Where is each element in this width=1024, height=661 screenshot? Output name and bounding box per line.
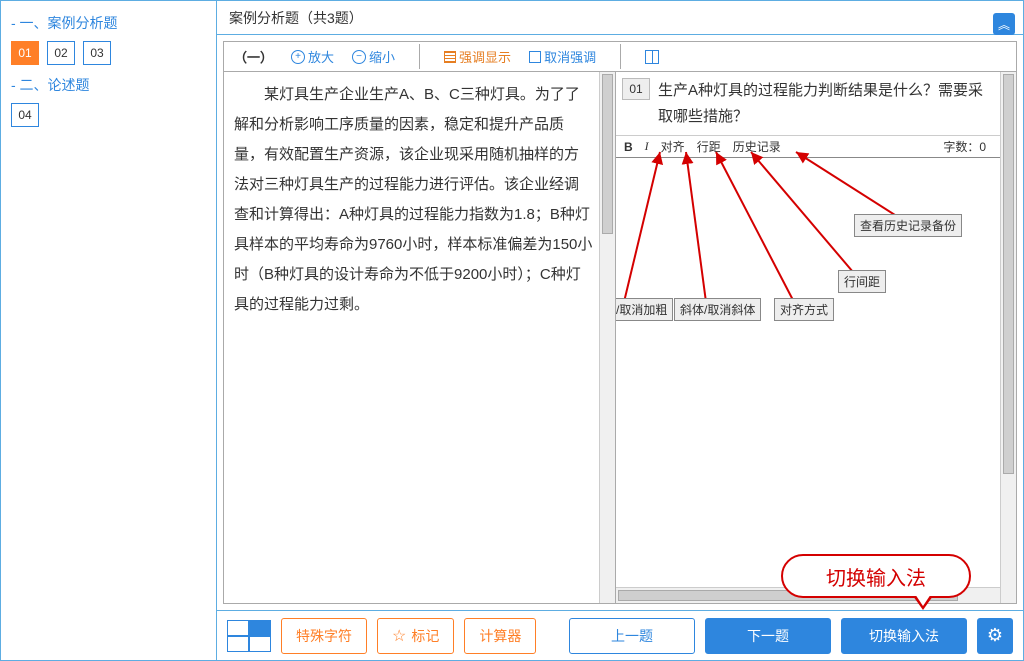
sidebar-qnums-2: 04 (11, 103, 206, 127)
editor-toolbar: B I 对齐 行距 历史记录 字数：0 (616, 136, 1016, 158)
passage-toolbar: （一） +放大 −缩小 强调显示 取消强调 (224, 42, 1016, 72)
italic-button[interactable]: I (645, 139, 649, 154)
unhighlight-button[interactable]: 取消强调 (529, 47, 596, 66)
star-icon: ☆ (392, 626, 406, 646)
linespacing-button[interactable]: 行距 (697, 138, 721, 155)
plus-icon: + (291, 50, 305, 64)
question-text: 生产A种灯具的过程能力判断结果是什么？需要采取哪些措施？ (658, 78, 1010, 129)
highlight-icon (444, 51, 456, 63)
calculator-button[interactable]: 计算器 (464, 618, 536, 654)
prev-question-button[interactable]: 上一题 (569, 618, 695, 654)
toolbar-divider-1 (419, 44, 420, 69)
page-title: 案例分析题（共3题） (229, 8, 363, 28)
align-button[interactable]: 对齐 (661, 138, 685, 155)
passage-scroll-thumb[interactable] (602, 74, 613, 234)
prev-label: 上一题 (611, 626, 653, 646)
question-number: 01 (622, 78, 650, 100)
ime-callout-text: 切换输入法 (826, 562, 926, 591)
zoom-out-button[interactable]: −缩小 (352, 47, 395, 66)
sidebar-qnums-1: 01 02 03 (11, 41, 206, 65)
sidebar-qnum-04[interactable]: 04 (11, 103, 39, 127)
answer-scroll-thumb[interactable] (1003, 74, 1014, 474)
double-chevron-up-icon: ︽ (998, 16, 1010, 33)
zoom-out-label: 缩小 (369, 47, 395, 66)
ime-callout: 切换输入法 (781, 554, 971, 598)
anno-align-label: 对齐方式 (774, 298, 834, 321)
zoom-in-label: 放大 (308, 47, 334, 66)
anno-linespacing-label: 行间距 (838, 270, 886, 293)
anno-bold-label: 加粗/取消加粗 (616, 298, 673, 321)
word-count-label: 字数：0 (943, 138, 1008, 155)
mark-button[interactable]: ☆标记 (377, 618, 454, 654)
answer-sheet-button[interactable] (227, 620, 271, 652)
sidebar-section-title-1[interactable]: - 一、案例分析题 (11, 13, 206, 33)
passage-text: 某灯具生产企业生产A、B、C三种灯具。为了了解和分析影响工序质量的因素，稳定和提… (224, 72, 615, 328)
gear-icon: ⚙ (987, 625, 1003, 646)
answer-scrollbar[interactable] (1000, 72, 1016, 603)
switch-ime-label: 切换输入法 (869, 626, 939, 646)
switch-ime-button[interactable]: 切换输入法 (841, 618, 967, 654)
scroll-top-button[interactable]: ︽ (993, 13, 1015, 35)
answer-pane: 01 生产A种灯具的过程能力判断结果是什么？需要采取哪些措施？ B I 对齐 行… (616, 72, 1016, 603)
zoom-in-button[interactable]: +放大 (291, 47, 334, 66)
anno-italic-label: 斜体/取消斜体 (674, 298, 761, 321)
sidebar-qnum-01[interactable]: 01 (11, 41, 39, 65)
highlight-button[interactable]: 强调显示 (444, 47, 511, 66)
highlight-label: 强调显示 (459, 47, 511, 66)
work-border: （一） +放大 −缩小 强调显示 取消强调 某灯具生产企业生产A、B、C三种灯具… (223, 41, 1017, 604)
passage-number-label: （一） (234, 47, 273, 66)
bold-button[interactable]: B (624, 140, 633, 154)
work-area: （一） +放大 −缩小 强调显示 取消强调 某灯具生产企业生产A、B、C三种灯具… (217, 35, 1023, 610)
mark-label: 标记 (411, 626, 439, 646)
sidebar-qnum-02[interactable]: 02 (47, 41, 75, 65)
sidebar-section-title-2[interactable]: - 二、论述题 (11, 75, 206, 95)
minus-icon: − (352, 50, 366, 64)
app-root: - 一、案例分析题 01 02 03 - 二、论述题 04 案例分析题（共3题）… (0, 0, 1024, 661)
question-header: 01 生产A种灯具的过程能力判断结果是什么？需要采取哪些措施？ (616, 72, 1016, 136)
anno-history-label: 查看历史记录备份 (854, 214, 962, 237)
special-chars-label: 特殊字符 (296, 626, 352, 646)
calculator-label: 计算器 (479, 626, 521, 646)
bottom-bar: 特殊字符 ☆标记 计算器 上一题 下一题 切换输入法 ⚙ (217, 610, 1023, 660)
unhighlight-icon (529, 51, 541, 63)
question-nav-sidebar: - 一、案例分析题 01 02 03 - 二、论述题 04 (1, 1, 217, 660)
passage-pane: 某灯具生产企业生产A、B、C三种灯具。为了了解和分析影响工序质量的因素，稳定和提… (224, 72, 616, 603)
unhighlight-label: 取消强调 (544, 47, 596, 66)
passage-scrollbar[interactable] (599, 72, 615, 603)
main-header: 案例分析题（共3题） (217, 1, 1023, 35)
pane-row: 某灯具生产企业生产A、B、C三种灯具。为了了解和分析影响工序质量的因素，稳定和提… (224, 72, 1016, 603)
split-view-button[interactable] (645, 50, 659, 64)
sidebar-qnum-03[interactable]: 03 (83, 41, 111, 65)
main-area: 案例分析题（共3题） ︽ （一） +放大 −缩小 强调显示 取消强调 (217, 1, 1023, 660)
toolbar-divider-2 (620, 44, 621, 69)
history-button[interactable]: 历史记录 (733, 138, 781, 155)
next-label: 下一题 (747, 626, 789, 646)
special-chars-button[interactable]: 特殊字符 (281, 618, 367, 654)
next-question-button[interactable]: 下一题 (705, 618, 831, 654)
settings-button[interactable]: ⚙ (977, 618, 1013, 654)
